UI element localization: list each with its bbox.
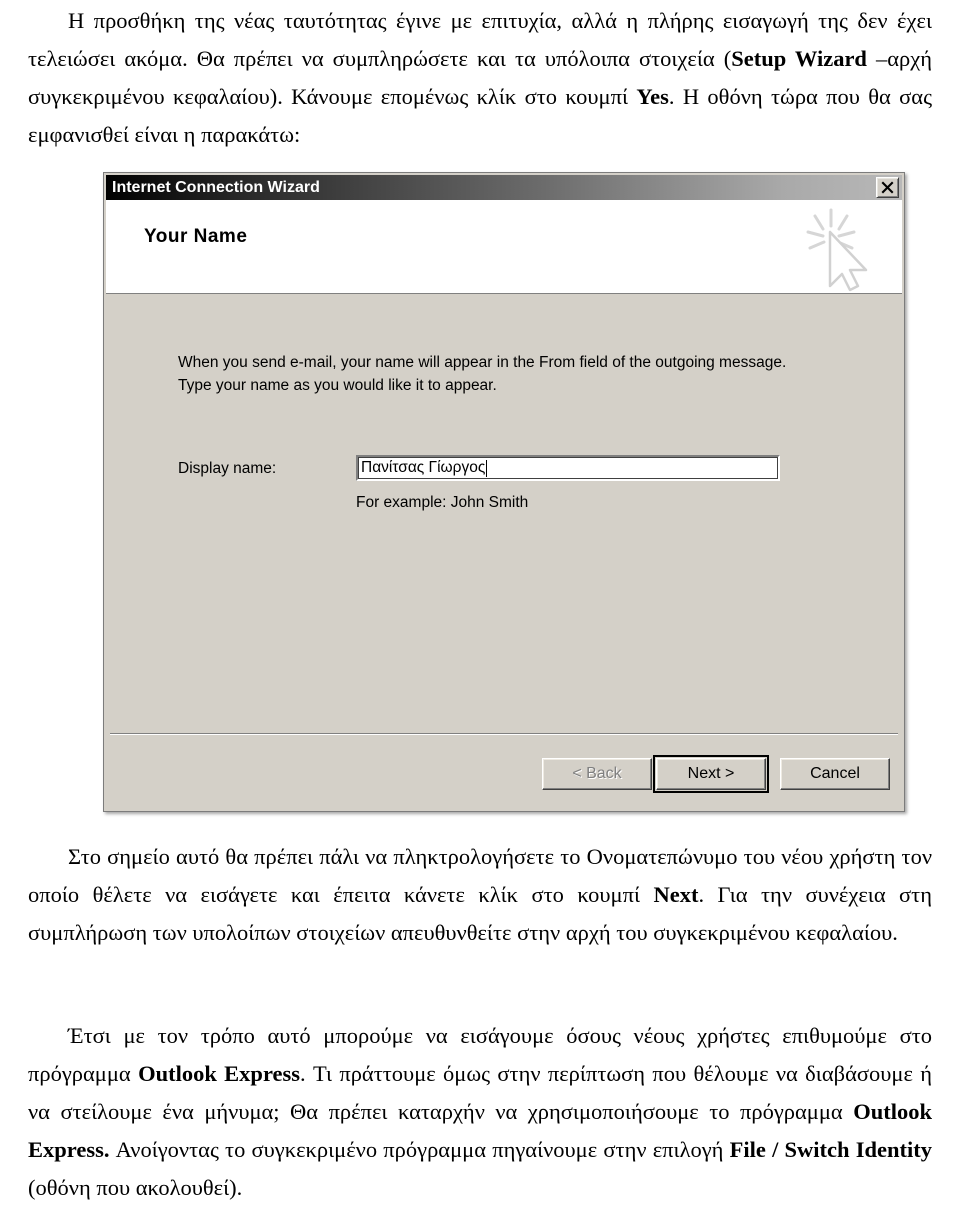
page-root: Η προσθήκη της νέας ταυτότητας έγινε με … xyxy=(0,0,960,1206)
bottom-paragraph-block: Έτσι με τον τρόπο αυτό μπορούμε να εισάγ… xyxy=(28,1017,932,1207)
instructions-text: When you send e-mail, your name will app… xyxy=(178,351,878,397)
close-icon xyxy=(881,181,894,194)
instructions-line-2: Type your name as you would like it to a… xyxy=(178,377,497,394)
display-name-column: Πανίτσας Γίωργος For example: John Smith xyxy=(356,455,898,512)
dialog-heading: Your Name xyxy=(144,226,248,247)
dialog-separator xyxy=(110,733,898,735)
dialog-header-band: Your Name xyxy=(106,200,902,294)
dialog-title: Internet Connection Wizard xyxy=(112,178,320,196)
middle-paragraph: Στο σημείο αυτό θα πρέπει πάλι να πληκτρ… xyxy=(28,844,932,945)
top-paragraph-block: Η προσθήκη της νέας ταυτότητας έγινε με … xyxy=(28,2,932,154)
internet-connection-wizard-dialog: Internet Connection Wizard Your Name Whe… xyxy=(103,172,905,812)
next-button[interactable]: Next > xyxy=(653,755,769,793)
text-caret xyxy=(486,459,488,477)
display-name-input[interactable]: Πανίτσας Γίωργος xyxy=(356,455,780,481)
display-name-hint: For example: John Smith xyxy=(356,494,529,511)
instructions-line-1: When you send e-mail, your name will app… xyxy=(178,354,787,371)
display-name-value: Πανίτσας Γίωργος xyxy=(361,459,486,476)
dialog-button-bar: < Back Next > Cancel xyxy=(106,739,902,809)
cursor-sparkle-watermark-icon xyxy=(794,206,880,293)
bottom-paragraph: Έτσι με τον τρόπο αυτό μπορούμε να εισάγ… xyxy=(28,1023,932,1200)
top-paragraph: Η προσθήκη της νέας ταυτότητας έγινε με … xyxy=(28,8,932,147)
back-button[interactable]: < Back xyxy=(542,758,652,790)
close-button[interactable] xyxy=(876,177,899,198)
dialog-titlebar[interactable]: Internet Connection Wizard xyxy=(106,175,902,200)
display-name-row: Display name: Πανίτσας Γίωργος For examp… xyxy=(178,455,898,512)
cancel-button[interactable]: Cancel xyxy=(780,758,890,790)
middle-paragraph-block: Στο σημείο αυτό θα πρέπει πάλι να πληκτρ… xyxy=(28,838,932,952)
display-name-label: Display name: xyxy=(178,460,277,477)
dialog-body: When you send e-mail, your name will app… xyxy=(106,295,902,735)
